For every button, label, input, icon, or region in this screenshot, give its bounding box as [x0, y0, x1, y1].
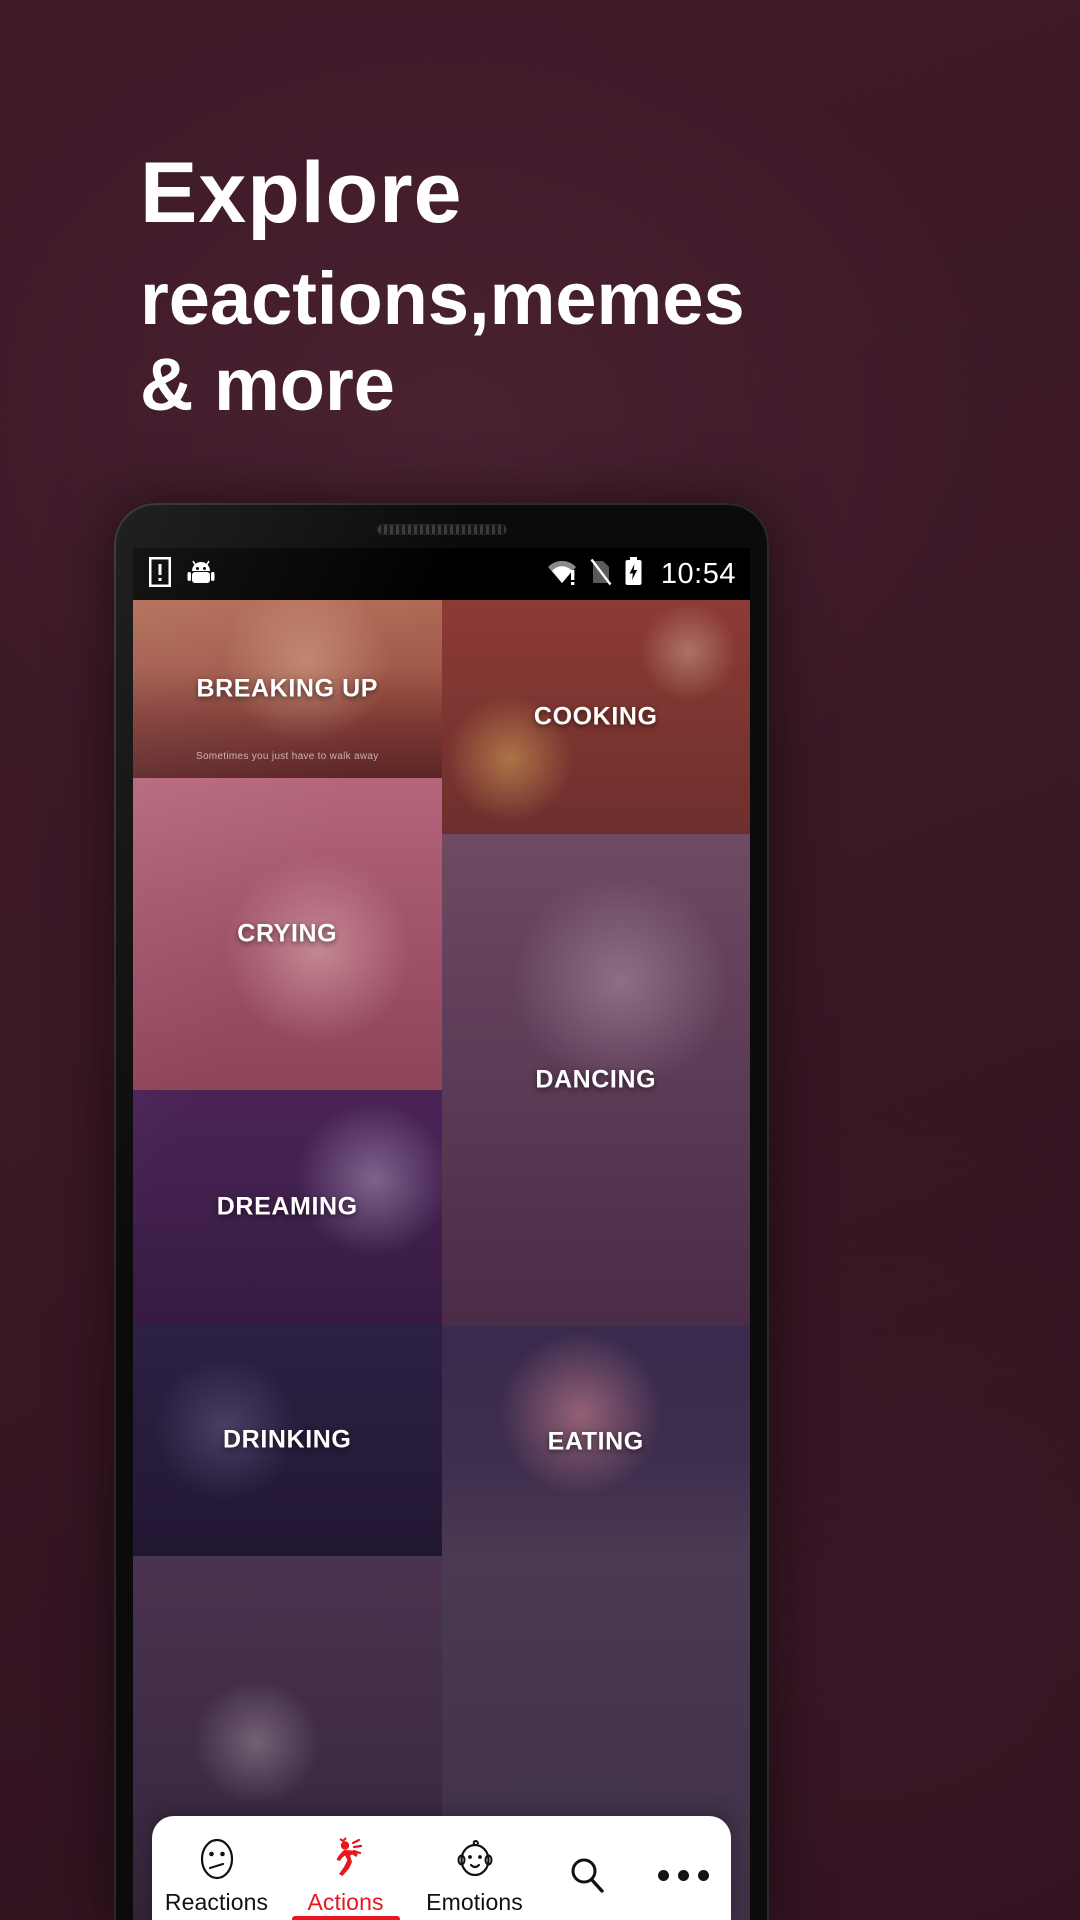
- nav-tab-actions[interactable]: Actions: [281, 1816, 410, 1920]
- sim-off-icon: [590, 558, 612, 591]
- nav-tab-reactions-label: Reactions: [164, 1888, 269, 1915]
- category-tile-label: DANCING: [535, 1065, 657, 1094]
- category-tile[interactable]: EATING: [441, 1326, 750, 1558]
- android-robot-icon: [187, 558, 215, 591]
- category-tile[interactable]: DRINKING: [133, 1324, 442, 1556]
- nav-tab-reactions[interactable]: Reactions: [152, 1816, 281, 1920]
- category-tile-label: CRYING: [237, 919, 338, 948]
- headline-line-2: reactions,memes: [140, 256, 745, 340]
- category-tile-label: DRINKING: [223, 1425, 352, 1454]
- category-tile[interactable]: DREAMING: [133, 1090, 442, 1324]
- battery-charging-icon: [624, 557, 643, 591]
- promo-headline: Explore reactions,memes & more: [140, 145, 1020, 427]
- category-tile[interactable]: DANCING: [441, 834, 750, 1326]
- neutral-face-icon: [194, 1835, 240, 1883]
- running-person-icon: [323, 1835, 369, 1883]
- nav-tab-emotions-label: Emotions: [426, 1888, 523, 1915]
- wifi-alert-icon: [546, 559, 578, 590]
- status-bar-clock: 10:54: [660, 557, 736, 590]
- category-tile-caption: Sometimes you just have to walk away: [195, 751, 379, 762]
- category-tile-label: BREAKING UP: [196, 674, 379, 703]
- status-bar: 10:54: [133, 548, 750, 600]
- status-bar-left-icons: [148, 556, 215, 592]
- category-grid-left-column: BREAKING UP Sometimes you just have to wa…: [133, 600, 442, 1920]
- headline-line-1: Explore: [140, 145, 463, 241]
- phone-mockup: 10:54 BREAKING UP Sometimes you just have…: [114, 503, 769, 1920]
- category-tile-label: COOKING: [533, 702, 658, 731]
- phone-screen: 10:54 BREAKING UP Sometimes you just have…: [133, 548, 750, 1920]
- search-icon: [564, 1851, 610, 1899]
- overflow-menu-button[interactable]: [635, 1816, 731, 1920]
- search-button[interactable]: [539, 1816, 635, 1920]
- category-tile[interactable]: CRYING: [133, 778, 442, 1090]
- status-bar-right-icons: 10:54: [546, 557, 736, 591]
- earpiece-speaker-grille: [377, 525, 506, 534]
- baby-face-icon: [452, 1835, 498, 1883]
- category-tile-label: EATING: [547, 1427, 644, 1456]
- more-horizontal-icon: [657, 1851, 709, 1899]
- category-tile[interactable]: COOKING: [441, 600, 750, 834]
- headline-line-3: & more: [140, 342, 395, 426]
- category-grid: BREAKING UP Sometimes you just have to wa…: [133, 600, 750, 1920]
- nav-tab-emotions[interactable]: Emotions: [410, 1816, 539, 1920]
- bottom-navigation-bar: Reactions Actions Emotions: [152, 1816, 731, 1920]
- category-tile-label: DREAMING: [216, 1192, 358, 1221]
- category-grid-right-column: COOKING DANCING EATING: [441, 600, 750, 1920]
- nav-tab-actions-label: Actions: [307, 1888, 384, 1915]
- sim-card-alert-icon: [148, 556, 172, 592]
- category-tile[interactable]: BREAKING UP Sometimes you just have to wa…: [133, 600, 442, 778]
